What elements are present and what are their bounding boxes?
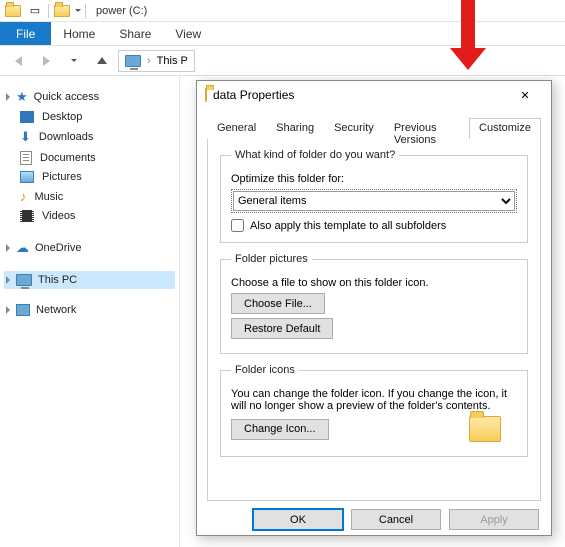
sidebar-item-label: OneDrive [35, 242, 81, 254]
network-icon [16, 304, 30, 316]
desktop-icon [20, 111, 34, 123]
divider [85, 4, 86, 18]
new-folder-icon[interactable] [53, 2, 71, 20]
sidebar-quick-access[interactable]: ★ Quick access [4, 86, 175, 108]
nav-back-button[interactable] [6, 49, 30, 73]
dialog-close-button[interactable]: ✕ [507, 81, 543, 109]
tab-security[interactable]: Security [324, 118, 384, 139]
sidebar-item-label: Quick access [34, 91, 99, 103]
divider [48, 4, 49, 18]
arrow-up-icon [97, 57, 107, 64]
qat-customize-icon[interactable] [75, 9, 81, 12]
group-legend: Folder pictures [231, 253, 312, 265]
arrow-left-icon [15, 56, 22, 66]
pc-icon [125, 55, 141, 67]
group-folder-pictures: Folder pictures Choose a file to show on… [220, 253, 528, 354]
breadcrumb-segment[interactable]: This P [157, 55, 188, 67]
checkbox-label: Also apply this template to all subfolde… [250, 220, 446, 232]
dialog-tabstrip: General Sharing Security Previous Versio… [207, 117, 541, 139]
navigation-pane: ★ Quick access Desktop ⬇ Downloads Docume… [0, 76, 180, 547]
folder-icon [205, 89, 207, 101]
sidebar-item-pictures[interactable]: Pictures [4, 168, 175, 186]
properties-dialog: data Properties ✕ General Sharing Securi… [196, 80, 552, 536]
sidebar-item-label: Downloads [39, 131, 93, 143]
sidebar-onedrive[interactable]: ☁ OneDrive [4, 237, 175, 259]
chevron-right-icon: › [147, 55, 151, 67]
sidebar-item-label: Desktop [42, 111, 82, 123]
system-menu-icon[interactable] [4, 2, 22, 20]
annotation-arrow [450, 0, 486, 70]
sidebar-item-label: Videos [42, 210, 75, 222]
arrow-right-icon [43, 56, 50, 66]
change-icon-button[interactable]: Change Icon... [231, 419, 329, 440]
chevron-right-icon [6, 276, 10, 284]
sidebar-network[interactable]: Network [4, 301, 175, 319]
sidebar-item-music[interactable]: ♪ Music [4, 186, 175, 207]
apply-button[interactable]: Apply [449, 509, 539, 530]
group-legend: Folder icons [231, 364, 299, 376]
sidebar-item-downloads[interactable]: ⬇ Downloads [4, 126, 175, 148]
ribbon-tab-home[interactable]: Home [51, 22, 107, 45]
tab-customize-page: What kind of folder do you want? Optimiz… [207, 139, 541, 501]
ribbon-tab-view[interactable]: View [163, 22, 213, 45]
group-folder-icons: Folder icons You can change the folder i… [220, 364, 528, 457]
star-icon: ★ [16, 89, 28, 105]
chevron-right-icon [6, 306, 10, 314]
sidebar-item-documents[interactable]: Documents [4, 148, 175, 168]
breadcrumb[interactable]: › This P [118, 50, 195, 72]
nav-up-button[interactable] [90, 49, 114, 73]
sidebar-item-label: Pictures [42, 171, 82, 183]
pc-icon [16, 274, 32, 286]
folder-pictures-desc: Choose a file to show on this folder ico… [231, 277, 517, 289]
choose-file-button[interactable]: Choose File... [231, 293, 325, 314]
restore-default-button[interactable]: Restore Default [231, 318, 333, 339]
folder-icons-desc: You can change the folder icon. If you c… [231, 388, 517, 412]
sidebar-item-label: Network [36, 304, 76, 316]
sidebar-this-pc[interactable]: This PC [4, 271, 175, 289]
tab-general[interactable]: General [207, 118, 266, 139]
document-icon [20, 151, 32, 165]
chevron-down-icon [71, 59, 77, 62]
window-title: power (C:) [96, 5, 147, 17]
dialog-titlebar: data Properties ✕ [197, 81, 551, 109]
ok-button[interactable]: OK [253, 509, 343, 530]
dialog-button-row: OK Cancel Apply [197, 501, 551, 538]
group-legend: What kind of folder do you want? [231, 149, 399, 161]
music-icon: ♪ [20, 189, 27, 204]
checkbox-icon[interactable] [231, 219, 244, 232]
chevron-right-icon [6, 93, 10, 101]
tab-customize[interactable]: Customize [469, 118, 541, 139]
tab-sharing[interactable]: Sharing [266, 118, 324, 139]
quick-access-props-icon[interactable]: ▭ [26, 2, 44, 20]
close-icon: ✕ [520, 89, 529, 102]
dialog-title: data Properties [213, 88, 507, 102]
apply-subfolders-checkbox[interactable]: Also apply this template to all subfolde… [231, 219, 517, 232]
download-icon: ⬇ [20, 129, 31, 145]
sidebar-item-desktop[interactable]: Desktop [4, 108, 175, 126]
nav-history-button[interactable] [62, 49, 86, 73]
cloud-icon: ☁ [16, 240, 29, 256]
ribbon-tab-share[interactable]: Share [107, 22, 163, 45]
sidebar-item-label: Documents [40, 152, 96, 164]
optimize-label: Optimize this folder for: [231, 173, 517, 185]
sidebar-item-label: This PC [38, 274, 77, 286]
sidebar-item-label: Music [35, 191, 64, 203]
video-icon [20, 210, 34, 222]
cancel-button[interactable]: Cancel [351, 509, 441, 530]
ribbon-tab-file[interactable]: File [0, 22, 51, 45]
chevron-right-icon [6, 244, 10, 252]
sidebar-item-videos[interactable]: Videos [4, 207, 175, 225]
folder-preview-icon [469, 416, 501, 442]
group-folder-kind: What kind of folder do you want? Optimiz… [220, 149, 528, 243]
optimize-folder-combo[interactable]: General items [233, 191, 515, 211]
picture-icon [20, 171, 34, 183]
tab-previous-versions[interactable]: Previous Versions [384, 118, 469, 139]
nav-forward-button[interactable] [34, 49, 58, 73]
